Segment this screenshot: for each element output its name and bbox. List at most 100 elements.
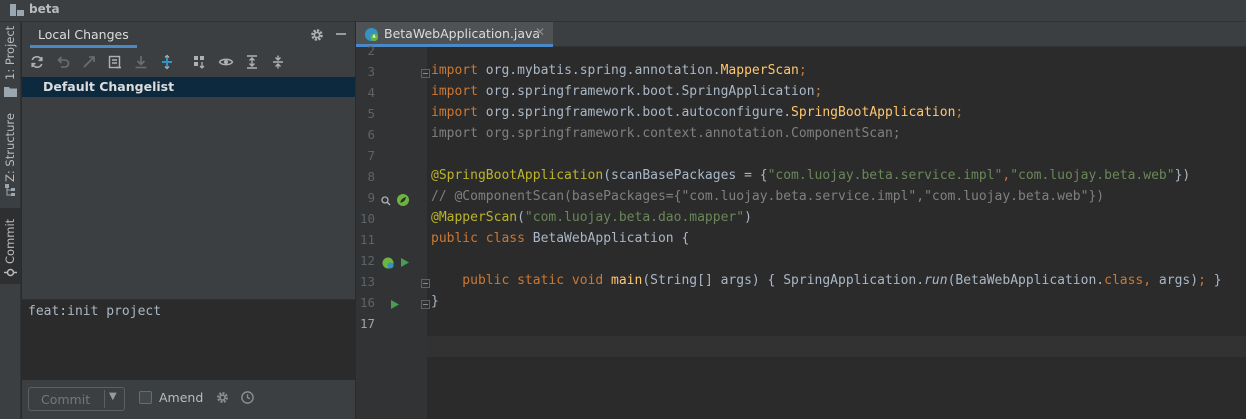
line-number[interactable]: 11: [356, 232, 375, 247]
code-token: class: [1104, 273, 1144, 288]
code-line[interactable]: import org.springframework.context.annot…: [431, 126, 901, 141]
code-token: }: [431, 294, 439, 309]
code-line[interactable]: // @ComponentScan(basePackages={"com.luo…: [431, 189, 1104, 204]
code-line[interactable]: }: [431, 294, 439, 309]
hide-icon[interactable]: [334, 27, 348, 41]
tab-project[interactable]: 1: Project: [0, 26, 21, 100]
view-options-icon[interactable]: [218, 54, 234, 70]
code-token: org.springframework.boot.SpringApplicati…: [485, 84, 815, 99]
code-token: "com.luojay.beta.service.impl": [767, 168, 1003, 183]
commit-options-gear-icon[interactable]: [215, 390, 230, 405]
code-token: ,: [1143, 273, 1159, 288]
gear-icon[interactable]: [309, 27, 325, 43]
line-number[interactable]: 16: [356, 295, 375, 310]
clock-icon[interactable]: [240, 390, 255, 405]
code-token: (: [517, 210, 525, 225]
unshelve-icon[interactable]: [133, 54, 149, 70]
code-token: import org.springframework.context.annot…: [431, 126, 901, 141]
show-diff-icon[interactable]: [81, 54, 97, 70]
editor: BetaWebApplication.java ✕ 2 3 4 5 6 7 8 9 10 11 12…: [356, 22, 1246, 419]
commit-actions: Commit ▼ Amend: [22, 380, 355, 419]
line-number[interactable]: 3: [356, 64, 375, 79]
code-token: // @ComponentScan(basePackages={"com.luo…: [431, 189, 1105, 204]
tab-commit-label: Commit: [3, 218, 17, 264]
collapse-all-icon[interactable]: [270, 54, 286, 70]
code-line[interactable]: import org.mybatis.spring.annotation.Map…: [431, 63, 807, 78]
code-token: ;: [1198, 273, 1206, 288]
commit-button[interactable]: Commit ▼: [28, 387, 125, 411]
spring-bean-icon[interactable]: [396, 193, 410, 207]
expand-all-icon[interactable]: [244, 54, 260, 70]
code-token: ;: [955, 105, 964, 120]
line-number[interactable]: 4: [356, 85, 375, 100]
line-number[interactable]: 10: [356, 211, 375, 226]
file-tab-label: BetaWebApplication.java: [384, 26, 541, 41]
line-number[interactable]: 12: [356, 253, 375, 268]
close-icon[interactable]: ✕: [535, 25, 545, 39]
commit-tool-window: Local Changes Default Changelist feat:in…: [22, 22, 355, 419]
code-token: ;: [798, 63, 807, 78]
code-line[interactable]: import org.springframework.boot.autoconf…: [431, 105, 963, 120]
code-area[interactable]: import org.mybatis.spring.annotation.Map…: [381, 47, 1246, 419]
code-token: (String[] args) { SpringApplication.: [642, 273, 925, 288]
code-token: @MapperScan: [431, 210, 518, 225]
refresh-icon[interactable]: [29, 54, 45, 70]
line-number[interactable]: 5: [356, 106, 375, 121]
line-number[interactable]: 13: [356, 274, 375, 289]
commit-icon: [4, 268, 17, 277]
tab-local-changes[interactable]: Local Changes: [30, 25, 137, 48]
amend-checkbox[interactable]: [139, 391, 152, 404]
rollback-icon[interactable]: [55, 54, 71, 70]
commit-message-input[interactable]: feat:init project: [22, 300, 355, 380]
changes-tree: Default Changelist: [22, 77, 355, 299]
shelve-icon[interactable]: [107, 54, 123, 70]
tool-window-stripe: 1: Project Z: Structure Commit: [0, 22, 21, 419]
chevron-down-icon[interactable]: ▼: [109, 391, 117, 402]
run-class-icon[interactable]: [399, 257, 410, 268]
code-token: SpringBootApplication: [791, 105, 956, 120]
line-number[interactable]: 9: [356, 190, 375, 205]
code-token: (BetaWebApplication.: [947, 273, 1105, 288]
code-token: org.mybatis.spring.annotation.: [485, 63, 721, 78]
panel-header: Local Changes: [22, 22, 355, 48]
code-token: run: [924, 273, 948, 288]
run-config-icon[interactable]: [381, 256, 395, 270]
changes-toolbar: [22, 50, 355, 74]
commit-message-text: feat:init project: [28, 304, 162, 319]
project-name[interactable]: beta: [29, 2, 60, 16]
group-by-icon[interactable]: [192, 54, 208, 70]
code-token: args): [1158, 273, 1199, 288]
code-token: BetaWebApplication {: [532, 231, 690, 246]
code-token: (scanBasePackages = {: [603, 168, 768, 183]
tab-project-label: 1: Project: [3, 25, 17, 80]
code-token: @SpringBootApplication: [431, 168, 604, 183]
editor-gutter: 2 3 4 5 6 7 8 9 10 11 12 13 16 17: [356, 43, 430, 419]
code-token: org.springframework.boot.autoconfigure.: [485, 105, 792, 120]
tab-beta-web-application[interactable]: BetaWebApplication.java ✕: [356, 22, 553, 47]
code-token: ): [744, 210, 752, 225]
code-token: public static void: [431, 273, 612, 288]
line-number[interactable]: 7: [356, 148, 375, 163]
code-token: MapperScan: [720, 63, 799, 78]
amend-label[interactable]: Amend: [159, 390, 203, 405]
code-line[interactable]: @MapperScan("com.luojay.beta.dao.mapper"…: [431, 210, 752, 225]
line-number[interactable]: 17: [356, 316, 375, 331]
line-number[interactable]: 6: [356, 127, 375, 142]
move-changelist-icon[interactable]: [159, 54, 175, 70]
code-line[interactable]: import org.springframework.boot.SpringAp…: [431, 84, 822, 99]
code-line[interactable]: public static void main(String[] args) {…: [431, 273, 1221, 288]
code-line[interactable]: @SpringBootApplication(scanBasePackages …: [431, 168, 1190, 183]
changelist-item[interactable]: Default Changelist: [22, 77, 355, 97]
project-icon: [10, 4, 24, 16]
tab-structure[interactable]: Z: Structure: [0, 113, 21, 198]
run-main-icon[interactable]: [389, 299, 400, 310]
structure-icon: [5, 184, 15, 196]
line-number[interactable]: 2: [356, 43, 375, 58]
java-class-icon: [364, 27, 379, 42]
code-line[interactable]: public class BetaWebApplication {: [431, 231, 689, 246]
code-token: ;: [814, 84, 823, 99]
code-token: import: [431, 63, 486, 78]
line-number[interactable]: 8: [356, 169, 375, 184]
spring-search-icon[interactable]: [381, 196, 391, 206]
tab-commit[interactable]: Commit: [0, 208, 21, 284]
